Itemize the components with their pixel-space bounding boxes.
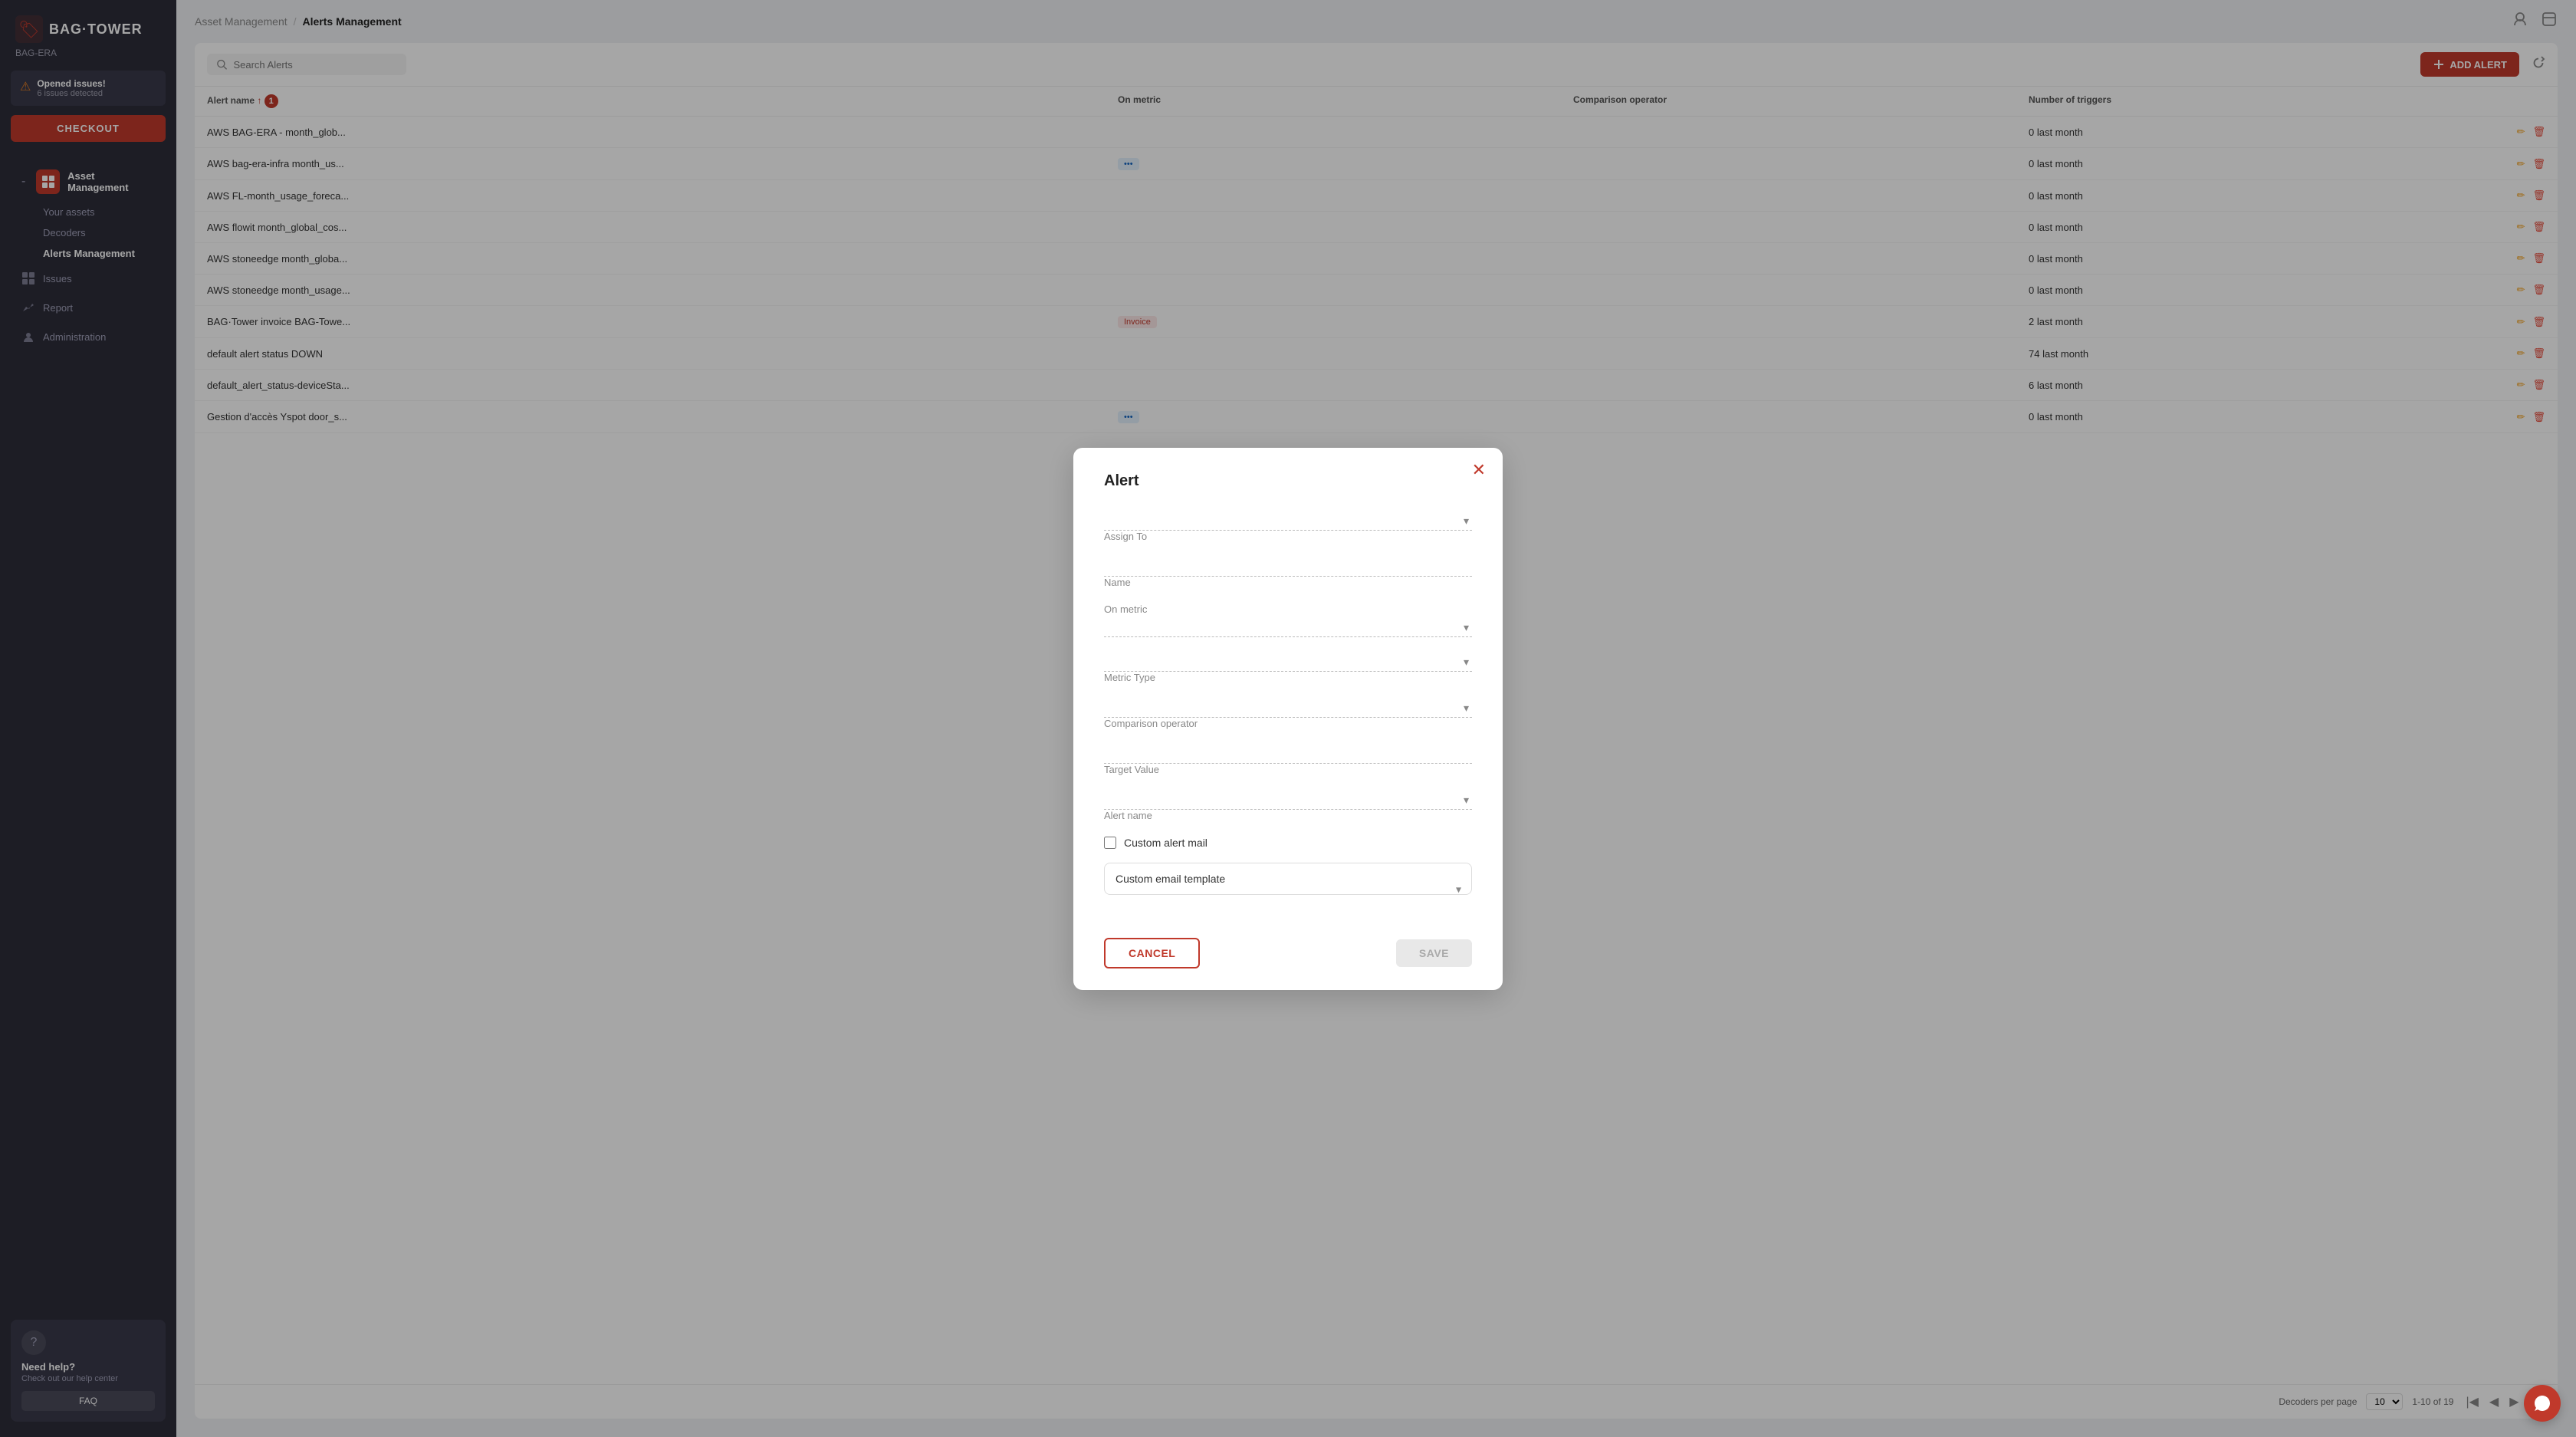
- assign-to-field: ▾ Assign To: [1104, 511, 1472, 542]
- on-metric-field: On metric ▾: [1104, 603, 1472, 637]
- comparison-operator-label: Comparison operator: [1104, 718, 1472, 729]
- on-metric-select[interactable]: [1104, 618, 1472, 630]
- email-template-wrap: Custom email template ▾: [1104, 863, 1472, 916]
- chat-bubble[interactable]: [2524, 1385, 2561, 1422]
- alert-name-field: ▾ Alert name: [1104, 791, 1472, 821]
- target-value-input[interactable]: [1104, 745, 1472, 757]
- custom-alert-mail-row: Custom alert mail: [1104, 837, 1472, 849]
- comparison-operator-select[interactable]: [1104, 699, 1472, 711]
- alert-name-label: Alert name: [1104, 810, 1472, 821]
- assign-to-label: Assign To: [1104, 531, 1472, 542]
- target-value-field: Target Value: [1104, 745, 1472, 775]
- comparison-operator-field: ▾ Comparison operator: [1104, 699, 1472, 729]
- cancel-button[interactable]: CANCEL: [1104, 938, 1200, 968]
- metric-type-label: Metric Type: [1104, 672, 1472, 683]
- save-button[interactable]: SAVE: [1396, 939, 1472, 967]
- name-field: Name: [1104, 557, 1472, 588]
- modal-overlay[interactable]: Alert ✕ ▾ Assign To Name On metric: [0, 0, 2576, 1437]
- assign-to-select[interactable]: [1104, 511, 1472, 524]
- chat-icon: [2533, 1394, 2551, 1412]
- email-template-select[interactable]: Custom email template: [1104, 863, 1472, 895]
- target-value-label: Target Value: [1104, 764, 1472, 775]
- modal-close-button[interactable]: ✕: [1472, 462, 1486, 478]
- modal-title: Alert: [1104, 472, 1472, 490]
- on-metric-label: On metric: [1104, 603, 1472, 615]
- metric-type-field: ▾ Metric Type: [1104, 653, 1472, 683]
- alert-name-select[interactable]: [1104, 791, 1472, 803]
- alert-modal: Alert ✕ ▾ Assign To Name On metric: [1073, 448, 1503, 990]
- name-label: Name: [1104, 577, 1472, 588]
- name-input[interactable]: [1104, 557, 1472, 570]
- custom-alert-mail-checkbox[interactable]: [1104, 837, 1116, 849]
- modal-footer: CANCEL SAVE: [1104, 938, 1472, 968]
- custom-alert-mail-label[interactable]: Custom alert mail: [1124, 837, 1208, 849]
- metric-type-select[interactable]: [1104, 653, 1472, 665]
